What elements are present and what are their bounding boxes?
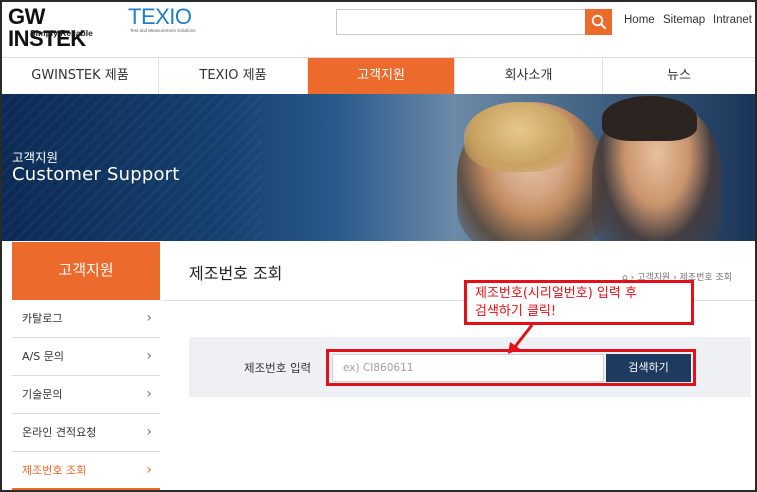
sidebar-item-online-quote[interactable]: 온라인 견적요청 › [12, 414, 160, 452]
site-header: GW INSTEK Simply Reliable TEXIO Test and… [2, 2, 755, 54]
nav-customer-support[interactable]: 고객지원 [308, 58, 455, 94]
home-link[interactable]: Home [624, 14, 655, 26]
search-icon [591, 14, 607, 30]
chevron-right-icon: › [146, 348, 152, 364]
sidebar-item-serial-lookup[interactable]: 제조번호 조회 › [12, 452, 160, 490]
nav-texio-products[interactable]: TEXIO 제품 [159, 58, 308, 94]
sidebar-item-catalog[interactable]: 카탈로그 › [12, 300, 160, 338]
nav-news[interactable]: 뉴스 [603, 58, 755, 94]
site-search [336, 9, 612, 35]
banner-photo-man-hair [602, 96, 697, 141]
annotation-callout: 제조번호(시리얼번호) 입력 후 검색하기 클릭! [464, 280, 694, 325]
chevron-right-icon: › [146, 386, 152, 402]
sidebar-item-label: 제조번호 조회 [22, 464, 87, 477]
callout-line-1: 제조번호(시리얼번호) 입력 후 [475, 286, 637, 301]
callout-line-2: 검색하기 클릭! [475, 304, 557, 319]
banner-photo-woman-hair [464, 102, 574, 172]
sidebar-menu: 카탈로그 › A/S 문의 › 기술문의 › 온라인 견적요청 › 제조번호 조… [12, 300, 160, 490]
nav-company[interactable]: 회사소개 [455, 58, 603, 94]
serial-input-label: 제조번호 입력 [244, 361, 312, 375]
search-input[interactable] [337, 10, 585, 34]
gwinstek-tagline: Simply Reliable [30, 28, 93, 38]
texio-logo[interactable]: TEXIO Test and Measurement Solutions [128, 6, 208, 36]
sidebar-item-label: 온라인 견적요청 [22, 426, 97, 439]
sitemap-link[interactable]: Sitemap [663, 14, 705, 26]
sidebar-item-label: A/S 문의 [22, 350, 64, 363]
banner-title: Customer Support [12, 164, 180, 185]
sidebar-item-tech-inquiry[interactable]: 기술문의 › [12, 376, 160, 414]
sidebar-heading: 고객지원 [12, 242, 160, 300]
chevron-right-icon: › [146, 462, 152, 478]
sidebar-item-label: 카탈로그 [22, 312, 63, 325]
main-nav: GWINSTEK 제품 TEXIO 제품 고객지원 회사소개 뉴스 [2, 57, 755, 94]
nav-gwinstek-products[interactable]: GWINSTEK 제품 [2, 58, 159, 94]
chevron-right-icon: › [146, 310, 152, 326]
intranet-link[interactable]: Intranet [713, 14, 752, 26]
sidebar-item-as-inquiry[interactable]: A/S 문의 › [12, 338, 160, 376]
texio-tagline: Test and Measurement Solutions [130, 28, 196, 33]
hero-banner: 고객지원 Customer Support [2, 94, 755, 241]
search-button[interactable] [585, 9, 612, 35]
gwinstek-logo[interactable]: GW INSTEK Simply Reliable [8, 6, 118, 50]
sidebar-item-label: 기술문의 [22, 388, 63, 401]
annotation-arrow-icon [508, 324, 534, 354]
chevron-right-icon: › [146, 424, 152, 440]
page-title: 제조번호 조회 [189, 264, 283, 283]
texio-brand: TEXIO [128, 4, 192, 29]
